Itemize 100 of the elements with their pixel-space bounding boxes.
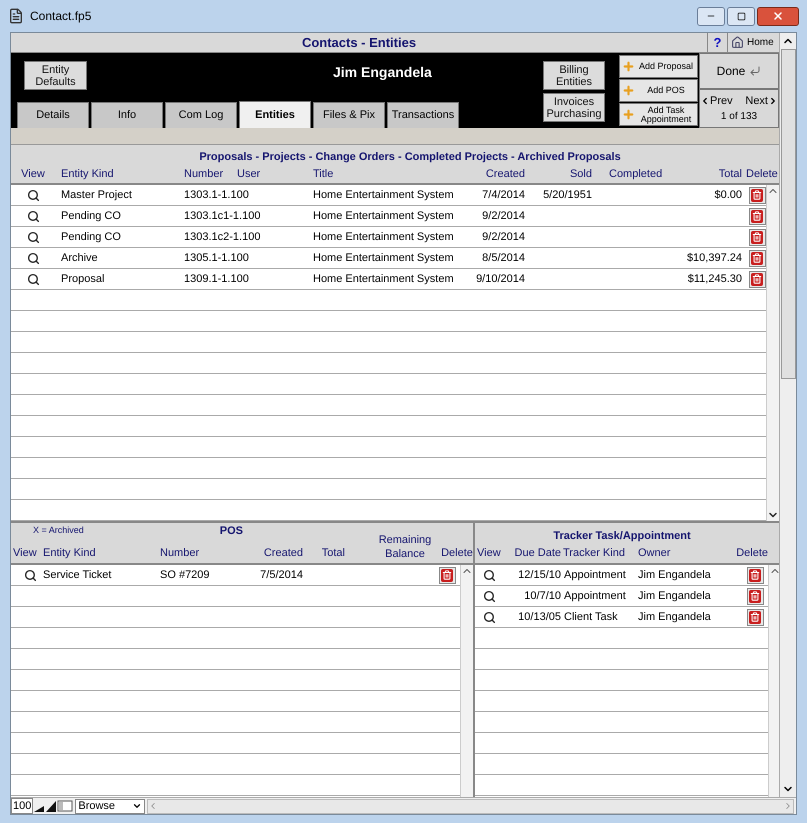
table-cell-text: 5/20/1951: [543, 188, 592, 203]
delete-button[interactable]: [748, 186, 766, 204]
prev-button[interactable]: Prev: [700, 92, 733, 110]
table-cell-text: Home Entertainment System: [313, 208, 454, 224]
trash-icon: [749, 590, 761, 602]
table-cell-text: Home Entertainment System: [313, 230, 454, 245]
delete-button[interactable]: [438, 566, 456, 584]
horizontal-scrollbar[interactable]: [147, 798, 794, 814]
layout-icon[interactable]: [57, 799, 74, 813]
delete-button[interactable]: [748, 228, 766, 246]
magnifier-icon[interactable]: [26, 252, 40, 264]
tab[interactable]: Transactions: [387, 102, 459, 128]
tab[interactable]: Com Log: [165, 102, 237, 128]
delete-button[interactable]: [746, 566, 764, 584]
mode-dropdown[interactable]: Browse: [75, 798, 146, 814]
table-cell-text: Client Task: [564, 610, 618, 625]
table-cell-text: 8/5/2014: [482, 250, 525, 266]
house-icon: [731, 36, 744, 49]
table-cell-text: $0.00: [714, 188, 742, 203]
table-cell-text: 9/2/2014: [482, 208, 525, 224]
column-header: View: [12, 546, 37, 560]
column-header: Total: [322, 546, 345, 560]
record-count: 1 of 133: [720, 110, 758, 124]
column-header: Number: [160, 546, 200, 560]
column-header: Delete: [746, 166, 778, 182]
delete-button[interactable]: [748, 270, 766, 288]
plus-icon: [622, 60, 635, 73]
scroll-thumb[interactable]: [780, 49, 796, 379]
magnifier-icon[interactable]: [482, 568, 496, 582]
delete-button[interactable]: [746, 608, 764, 626]
zoom-in-icon[interactable]: [45, 799, 58, 813]
table-cell-text: Jim Engandela: [638, 568, 711, 583]
section-title: Tracker Task/Appointment: [553, 528, 691, 544]
done-button[interactable]: Done: [699, 53, 779, 89]
trash-icon: [751, 272, 763, 286]
magnifier-icon[interactable]: [26, 230, 40, 244]
column-header: Created: [486, 166, 525, 182]
magnifier-icon[interactable]: [24, 568, 36, 582]
tab[interactable]: Info: [91, 102, 163, 128]
plus-icon: [622, 84, 635, 97]
delete-button[interactable]: [748, 250, 766, 266]
scrollbar[interactable]: [766, 185, 779, 521]
return-icon: [749, 65, 762, 77]
column-header: Title: [313, 166, 334, 182]
help-button[interactable]: ?: [707, 33, 727, 52]
table-cell-text: Pending CO: [61, 208, 121, 224]
magnifier-icon[interactable]: [26, 188, 40, 202]
trash-icon: [751, 230, 763, 244]
magnifier-icon[interactable]: [26, 210, 40, 222]
table-cell-text: 1303.1c2-1.100: [184, 230, 260, 245]
column-header: Completed: [609, 166, 662, 182]
toolbar-button[interactable]: Invoices Purchasing: [543, 93, 605, 122]
table-cell-text: Home Entertainment System: [313, 272, 454, 287]
table-cell-text: 1305.1-1.100: [184, 250, 249, 266]
column-header: Tracker Kind: [563, 546, 625, 562]
table-cell-text: Appointment: [564, 568, 626, 583]
document-icon: [8, 8, 24, 24]
table-cell-text: 7/4/2014: [482, 188, 525, 203]
tab[interactable]: Details: [17, 102, 89, 128]
magnifier-icon[interactable]: [26, 272, 40, 286]
window-scrollbar[interactable]: [779, 33, 796, 797]
column-header: Owner: [638, 546, 670, 562]
archived-note: X = Archived: [33, 524, 84, 538]
add-button[interactable]: Add POS: [619, 79, 698, 102]
tab[interactable]: Entities: [239, 101, 311, 128]
magnifier-icon[interactable]: [482, 590, 496, 602]
close-button[interactable]: [757, 6, 799, 26]
contact-name: Jim Engandela: [333, 63, 432, 82]
table-cell-text: SO #7209: [160, 568, 210, 583]
table-cell-text: Pending CO: [61, 230, 121, 245]
next-button[interactable]: Next: [745, 92, 778, 110]
column-header: Total: [718, 166, 742, 182]
table-cell-text: $10,397.24: [686, 250, 742, 266]
table-cell-text: 10/13/05: [518, 610, 561, 625]
table-cell-text: 9/2/2014: [482, 230, 525, 245]
scrollbar[interactable]: [460, 565, 473, 797]
table-cell-text: Master Project: [61, 188, 132, 203]
table-cell-text: 1309.1-1.100: [184, 272, 249, 287]
table-cell-text: Jim Engandela: [638, 588, 711, 604]
column-header: Delete: [736, 546, 768, 562]
magnifier-icon[interactable]: [482, 610, 496, 624]
table-cell-text: Home Entertainment System: [313, 188, 454, 203]
zoom-level[interactable]: 100: [11, 798, 34, 814]
toolbar-button[interactable]: Entity Defaults: [24, 61, 87, 90]
table-cell-text: Appointment: [564, 588, 626, 604]
table-cell-text: Service Ticket: [43, 568, 112, 583]
add-button[interactable]: Add Task Appointment: [619, 103, 698, 126]
delete-button[interactable]: [746, 588, 764, 604]
column-header: Entity Kind: [61, 166, 114, 182]
delete-button[interactable]: [748, 208, 766, 224]
add-button[interactable]: Add Proposal: [619, 55, 698, 78]
column-header: Remaining Balance: [378, 533, 432, 561]
table-cell-text: 12/15/10: [518, 568, 561, 583]
maximize-button[interactable]: [727, 6, 755, 26]
caret-icon: [132, 801, 142, 811]
column-header: View: [476, 546, 501, 562]
tab[interactable]: Files & Pix: [313, 102, 385, 128]
trash-icon: [749, 568, 761, 582]
toolbar-button[interactable]: Billing Entities: [543, 61, 605, 90]
column-header: User: [237, 166, 260, 182]
